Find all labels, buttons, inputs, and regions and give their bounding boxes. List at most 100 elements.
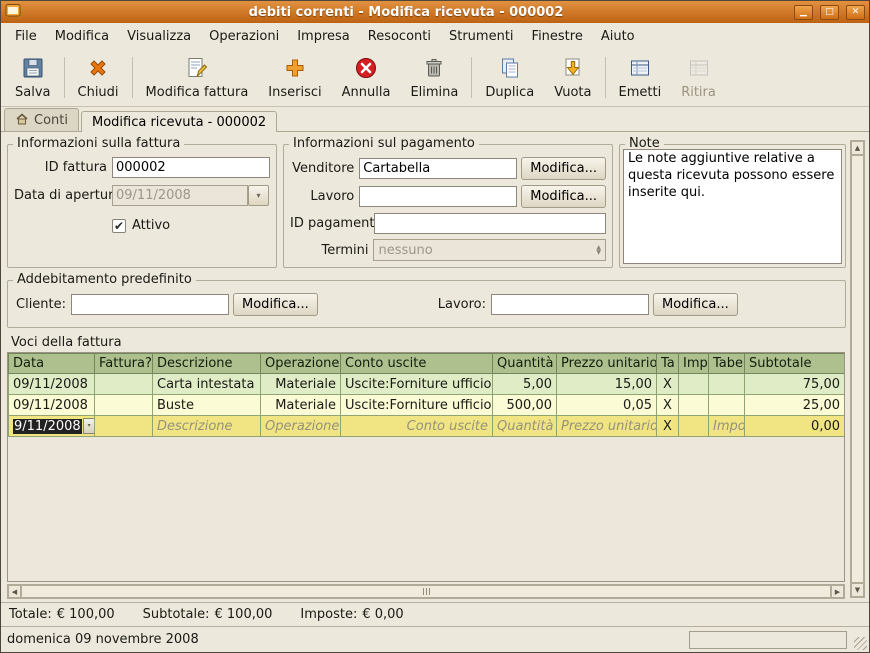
- delete-button[interactable]: Elimina: [400, 51, 468, 104]
- unpost-icon: [687, 56, 711, 84]
- menu-finestre[interactable]: Finestre: [524, 26, 591, 47]
- resize-grip[interactable]: [854, 637, 867, 650]
- tab-modifica-ricevuta[interactable]: Modifica ricevuta - 000002: [81, 111, 277, 132]
- menu-modifica[interactable]: Modifica: [47, 26, 117, 47]
- col-imp[interactable]: Imp: [679, 354, 709, 374]
- col-quantita[interactable]: Quantità: [493, 354, 557, 374]
- scroll-up-icon[interactable]: ▲: [851, 141, 864, 155]
- menu-resoconti[interactable]: Resoconti: [360, 26, 439, 47]
- active-checkbox[interactable]: ✔: [112, 219, 126, 233]
- horizontal-scroll-thumb[interactable]: [21, 585, 831, 598]
- cell-imp-edit[interactable]: [679, 416, 709, 437]
- cell-ta-edit[interactable]: X: [657, 416, 679, 437]
- cell-subtotale[interactable]: 25,00: [745, 395, 845, 416]
- tab-conti[interactable]: Conti: [4, 108, 79, 131]
- cell-data[interactable]: 09/11/2008: [9, 374, 95, 395]
- date-edit-value[interactable]: 9/11/2008: [13, 419, 82, 434]
- vendor-modify-button[interactable]: Modifica...: [521, 157, 606, 180]
- cell-prezzo[interactable]: 15,00: [557, 374, 657, 395]
- chargeback-job-modify-button[interactable]: Modifica...: [653, 293, 738, 316]
- cell-fattura[interactable]: [95, 395, 153, 416]
- close-tab-button[interactable]: Chiudi: [68, 51, 129, 104]
- menu-file[interactable]: File: [7, 26, 45, 47]
- menu-operazioni[interactable]: Operazioni: [201, 26, 287, 47]
- menu-strumenti[interactable]: Strumenti: [441, 26, 522, 47]
- cell-subtotale[interactable]: 75,00: [745, 374, 845, 395]
- vertical-scrollbar[interactable]: ▲ ▼: [850, 140, 865, 598]
- menu-impresa[interactable]: Impresa: [289, 26, 358, 47]
- cell-imp[interactable]: [679, 374, 709, 395]
- cell-conto[interactable]: Uscite:Forniture ufficio: [341, 374, 493, 395]
- col-operazione[interactable]: Operazione: [261, 354, 341, 374]
- col-data[interactable]: Data: [9, 354, 95, 374]
- col-conto-uscite[interactable]: Conto uscite: [341, 354, 493, 374]
- date-dropdown-button[interactable]: ▾: [248, 185, 269, 206]
- cancel-button[interactable]: Annulla: [332, 51, 401, 104]
- date-picker-button[interactable]: ▾: [83, 418, 95, 434]
- cell-quantita[interactable]: 500,00: [493, 395, 557, 416]
- col-descrizione[interactable]: Descrizione: [153, 354, 261, 374]
- cell-quantita-edit[interactable]: Quantità: [493, 416, 557, 437]
- cell-prezzo[interactable]: 0,05: [557, 395, 657, 416]
- cell-ta[interactable]: X: [657, 395, 679, 416]
- scroll-right-icon[interactable]: ▶: [831, 585, 844, 598]
- menu-visualizza[interactable]: Visualizza: [119, 26, 199, 47]
- invoice-id-input[interactable]: [112, 157, 270, 178]
- cell-subtotale-edit[interactable]: 0,00: [745, 416, 845, 437]
- cell-fattura[interactable]: [95, 374, 153, 395]
- job-input[interactable]: [359, 186, 517, 207]
- cell-data-edit[interactable]: 9/11/2008 ▾: [9, 416, 95, 437]
- cell-descrizione-edit[interactable]: Descrizione: [153, 416, 261, 437]
- cell-operazione[interactable]: Materiale: [261, 395, 341, 416]
- menu-aiuto[interactable]: Aiuto: [593, 26, 643, 47]
- cell-tabe-edit[interactable]: Imposte: [709, 416, 745, 437]
- minimize-button[interactable]: ▁: [794, 5, 813, 20]
- col-prezzo-unitario[interactable]: Prezzo unitario: [557, 354, 657, 374]
- cell-ta[interactable]: X: [657, 374, 679, 395]
- chargeback-title: Addebitamento predefinito: [13, 272, 196, 287]
- vertical-scroll-thumb[interactable]: [851, 155, 864, 583]
- customer-input[interactable]: [71, 294, 229, 315]
- entry-edit-row[interactable]: 9/11/2008 ▾ Descrizione Operazione Conto…: [9, 416, 845, 437]
- close-window-button[interactable]: ✕: [846, 5, 865, 20]
- entry-row-2[interactable]: 09/11/2008 Buste Materiale Uscite:Fornit…: [9, 395, 845, 416]
- imposte-value: € 0,00: [362, 607, 403, 622]
- col-ta[interactable]: Ta: [657, 354, 679, 374]
- cell-conto-edit[interactable]: Conto uscite: [341, 416, 493, 437]
- entry-row-1[interactable]: 09/11/2008 Carta intestata Materiale Usc…: [9, 374, 845, 395]
- cell-operazione-edit[interactable]: Operazione: [261, 416, 341, 437]
- cell-fattura-edit[interactable]: [95, 416, 153, 437]
- edit-invoice-button[interactable]: Modifica fattura: [136, 51, 259, 104]
- cell-operazione[interactable]: Materiale: [261, 374, 341, 395]
- notes-textarea[interactable]: Le note aggiuntive relative a questa ric…: [623, 149, 842, 264]
- subtotale-value: € 100,00: [215, 607, 273, 622]
- payment-id-input[interactable]: [374, 213, 606, 234]
- post-button[interactable]: Emetti: [609, 51, 672, 104]
- customer-modify-button[interactable]: Modifica...: [233, 293, 318, 316]
- cell-descrizione[interactable]: Carta intestata: [153, 374, 261, 395]
- blank-button[interactable]: Vuota: [544, 51, 601, 104]
- col-tabe[interactable]: Tabe: [709, 354, 745, 374]
- enter-button[interactable]: Inserisci: [258, 51, 331, 104]
- horizontal-scrollbar[interactable]: ◀ ▶: [7, 584, 845, 599]
- cell-conto[interactable]: Uscite:Forniture ufficio: [341, 395, 493, 416]
- cell-prezzo-edit[interactable]: Prezzo unitario: [557, 416, 657, 437]
- col-fattura[interactable]: Fattura?: [95, 354, 153, 374]
- cell-data[interactable]: 09/11/2008: [9, 395, 95, 416]
- cell-descrizione[interactable]: Buste: [153, 395, 261, 416]
- titlebar[interactable]: debiti correnti - Modifica ricevuta - 00…: [1, 1, 869, 23]
- cell-tabe[interactable]: [709, 395, 745, 416]
- close-icon: [86, 56, 110, 84]
- scroll-down-icon[interactable]: ▼: [851, 583, 864, 597]
- col-subtotale[interactable]: Subtotale: [745, 354, 845, 374]
- cell-quantita[interactable]: 5,00: [493, 374, 557, 395]
- scroll-left-icon[interactable]: ◀: [8, 585, 21, 598]
- job-modify-button[interactable]: Modifica...: [521, 185, 606, 208]
- duplicate-button[interactable]: Duplica: [475, 51, 544, 104]
- maximize-button[interactable]: □: [820, 5, 839, 20]
- vendor-input[interactable]: [359, 158, 517, 179]
- cell-tabe[interactable]: [709, 374, 745, 395]
- cell-imp[interactable]: [679, 395, 709, 416]
- chargeback-job-input[interactable]: [491, 294, 649, 315]
- save-button[interactable]: Salva: [5, 51, 61, 104]
